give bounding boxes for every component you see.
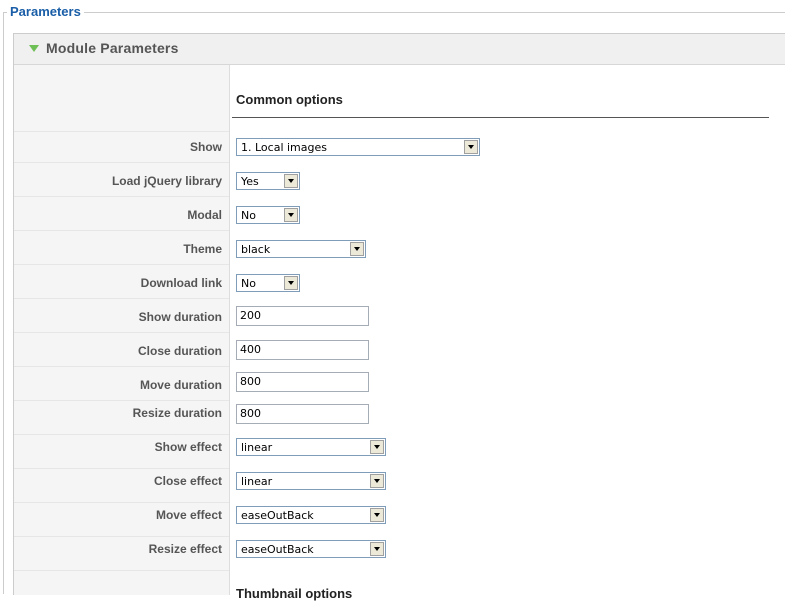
chevron-down-icon[interactable] bbox=[370, 542, 384, 556]
panel-header[interactable]: Module Parameters bbox=[14, 34, 785, 65]
row-divider bbox=[14, 298, 229, 299]
chevron-down-icon[interactable] bbox=[284, 276, 298, 290]
load-jquery-select-value: Yes bbox=[241, 175, 259, 188]
show-duration-input[interactable]: 200 bbox=[236, 306, 369, 326]
label-download-link: Download link bbox=[140, 276, 222, 290]
row-divider bbox=[14, 400, 229, 401]
close-duration-input[interactable]: 400 bbox=[236, 340, 369, 360]
load-jquery-select[interactable]: Yes bbox=[236, 172, 300, 190]
chevron-down-icon[interactable] bbox=[284, 174, 298, 188]
label-move-duration: Move duration bbox=[139, 378, 222, 392]
fieldset-legend: Parameters bbox=[7, 4, 84, 20]
label-theme: Theme bbox=[183, 242, 222, 256]
label-resize-duration: Resize duration bbox=[132, 406, 222, 420]
label-load-jquery: Load jQuery library bbox=[111, 174, 222, 188]
triangle-down-icon[interactable] bbox=[29, 45, 39, 52]
section-divider bbox=[232, 117, 769, 118]
row-divider bbox=[14, 131, 229, 132]
row-divider bbox=[14, 230, 229, 231]
fieldset-border-left bbox=[3, 12, 4, 594]
chevron-down-icon[interactable] bbox=[370, 508, 384, 522]
row-divider bbox=[14, 570, 229, 571]
move-effect-select-value: easeOutBack bbox=[241, 509, 314, 522]
fieldset-border-top bbox=[3, 12, 785, 13]
section-title-common-options: Common options bbox=[236, 92, 343, 107]
chevron-down-icon[interactable] bbox=[370, 474, 384, 488]
resize-effect-select-value: easeOutBack bbox=[241, 543, 314, 556]
panel-title[interactable]: Module Parameters bbox=[46, 40, 179, 56]
resize-duration-input[interactable]: 800 bbox=[236, 404, 369, 424]
row-divider bbox=[14, 162, 229, 163]
show-select-value: 1. Local images bbox=[241, 141, 327, 154]
move-duration-input[interactable]: 800 bbox=[236, 372, 369, 392]
row-divider bbox=[14, 502, 229, 503]
close-effect-select[interactable]: linear bbox=[236, 472, 386, 490]
show-select[interactable]: 1. Local images bbox=[236, 138, 480, 156]
modal-select-value: No bbox=[241, 209, 256, 222]
row-divider bbox=[14, 468, 229, 469]
label-resize-effect: Resize effect bbox=[148, 542, 222, 556]
chevron-down-icon[interactable] bbox=[370, 440, 384, 454]
chevron-down-icon[interactable] bbox=[350, 242, 364, 256]
move-effect-select[interactable]: easeOutBack bbox=[236, 506, 386, 524]
theme-select[interactable]: black bbox=[236, 240, 366, 258]
modal-select[interactable]: No bbox=[236, 206, 300, 224]
download-link-select-value: No bbox=[241, 277, 256, 290]
label-modal: Modal bbox=[187, 208, 222, 222]
row-divider bbox=[14, 536, 229, 537]
label-show: Show bbox=[190, 140, 222, 154]
row-divider bbox=[14, 366, 229, 367]
resize-effect-select[interactable]: easeOutBack bbox=[236, 540, 386, 558]
chevron-down-icon[interactable] bbox=[464, 140, 478, 154]
row-divider bbox=[14, 264, 229, 265]
download-link-select[interactable]: No bbox=[236, 274, 300, 292]
row-divider bbox=[14, 434, 229, 435]
chevron-down-icon[interactable] bbox=[284, 208, 298, 222]
show-effect-select-value: linear bbox=[241, 441, 273, 454]
row-divider bbox=[14, 196, 229, 197]
label-show-effect: Show effect bbox=[154, 440, 222, 454]
label-show-duration: Show duration bbox=[138, 310, 222, 324]
theme-select-value: black bbox=[241, 243, 271, 256]
label-close-duration: Close duration bbox=[137, 344, 222, 358]
close-effect-select-value: linear bbox=[241, 475, 273, 488]
label-move-effect: Move effect bbox=[155, 508, 222, 522]
row-divider bbox=[14, 332, 229, 333]
label-close-effect: Close effect bbox=[153, 474, 222, 488]
show-effect-select[interactable]: linear bbox=[236, 438, 386, 456]
